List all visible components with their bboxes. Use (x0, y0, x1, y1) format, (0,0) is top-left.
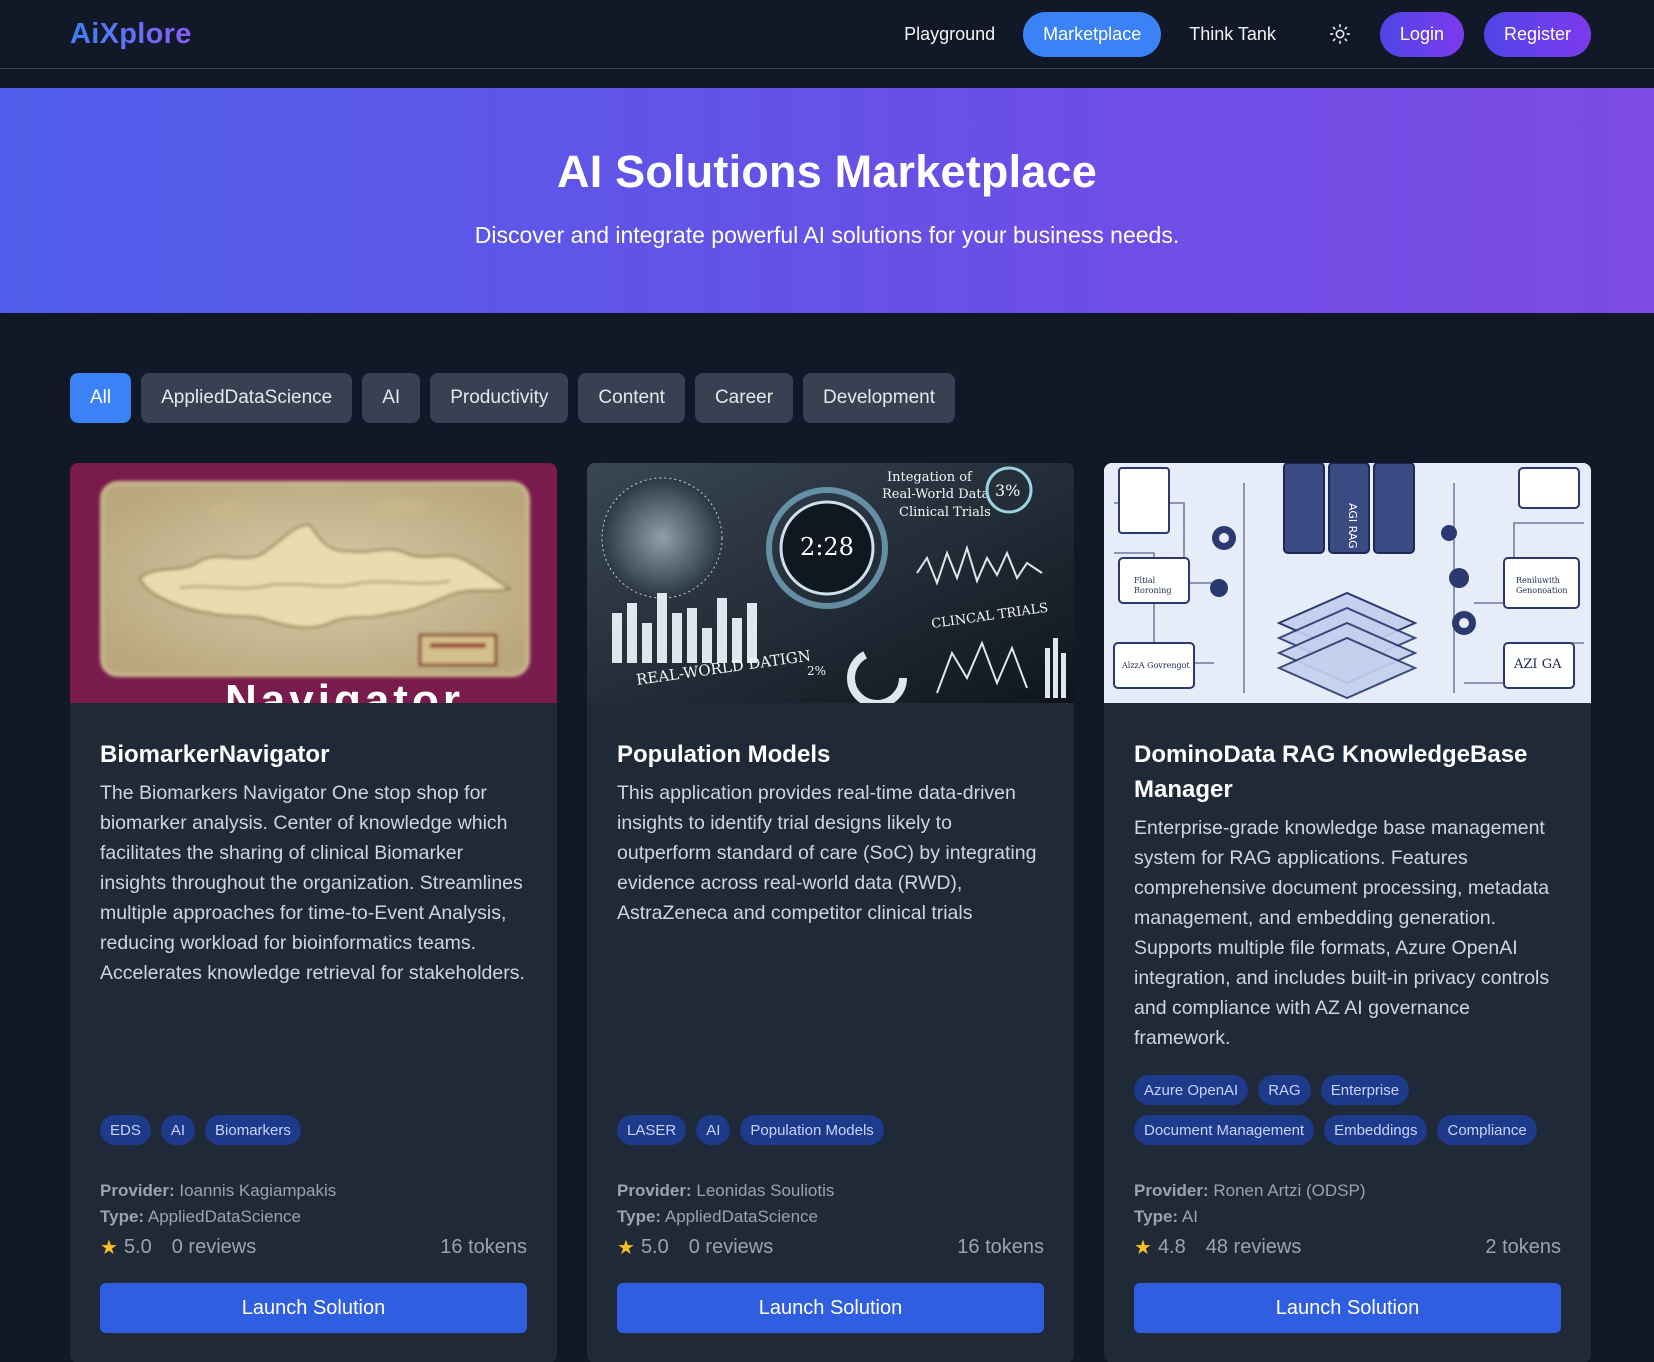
solution-type: AppliedDataScience (664, 1207, 818, 1226)
star-icon: ★ (617, 1237, 635, 1259)
filter-career[interactable]: Career (694, 373, 794, 423)
svg-text:AlzzA Govrengot: AlzzA Govrengot (1121, 661, 1190, 670)
card-tags: LASER AI Population Models (617, 1115, 1044, 1145)
tag[interactable]: RAG (1258, 1075, 1311, 1105)
card-title: Population Models (617, 741, 831, 768)
card-image-biomarker-map: Navigator (70, 463, 557, 703)
nav-links: Playground Marketplace Think Tank Login … (876, 11, 1591, 57)
page-title: AI Solutions Marketplace (557, 146, 1097, 197)
tag[interactable]: AI (160, 1115, 196, 1145)
solution-card: AGI RAG Fltial Roroning Reniluwith Genon… (1104, 463, 1591, 1362)
token-cost: 16 tokens (957, 1236, 1044, 1258)
login-button[interactable]: Login (1379, 11, 1464, 57)
tag[interactable]: Azure OpenAI (1134, 1075, 1249, 1105)
filter-content[interactable]: Content (578, 373, 685, 423)
card-description: This application provides real-time data… (617, 782, 1037, 924)
filter-applieddatascience[interactable]: AppliedDataScience (141, 373, 353, 423)
card-meta: Provider: Ronen Artzi (ODSP) Type: AI (1134, 1178, 1365, 1230)
tag[interactable]: Document Management (1134, 1115, 1315, 1145)
type-row: Type: AI (1134, 1207, 1198, 1226)
tag[interactable]: Embeddings (1324, 1115, 1428, 1145)
tag[interactable]: AI (696, 1115, 731, 1145)
register-button[interactable]: Register (1483, 11, 1591, 57)
card-title: DominoData RAG KnowledgeBase Manager (1134, 741, 1528, 803)
card-body: DominoData RAG KnowledgeBase Manager Ent… (1104, 703, 1591, 1053)
card-tags: EDS AI Biomarkers (100, 1115, 527, 1145)
rating-row: ★ 5.0 0 reviews 16 tokens (617, 1235, 1044, 1260)
provider-name: Ronen Artzi (ODSP) (1213, 1181, 1366, 1200)
tag[interactable]: Compliance (1437, 1115, 1537, 1145)
svg-text:Integation of: Integation of (887, 470, 973, 485)
provider-name: Ioannis Kagiampakis (179, 1181, 337, 1200)
review-count: 0 reviews (688, 1236, 774, 1258)
review-count: 0 reviews (171, 1236, 257, 1258)
nav-link-think-tank[interactable]: Think Tank (1169, 12, 1296, 57)
token-cost: 2 tokens (1485, 1236, 1561, 1258)
solution-type: AI (1181, 1207, 1198, 1226)
card-title: BiomarkerNavigator (100, 741, 330, 768)
page-subtitle: Discover and integrate powerful AI solut… (474, 222, 1180, 248)
rating-value: 5.0 (640, 1236, 669, 1258)
svg-text:Fltial: Fltial (1134, 576, 1156, 585)
svg-text:Clinical Trials: Clinical Trials (899, 505, 991, 520)
filter-productivity[interactable]: Productivity (430, 373, 569, 423)
card-description: The Biomarkers Navigator One stop shop f… (100, 782, 525, 984)
card-description: Enterprise-grade knowledge base manageme… (1134, 817, 1550, 1049)
rating-value: 5.0 (123, 1236, 152, 1258)
nav-link-marketplace[interactable]: Marketplace (1023, 11, 1162, 57)
hero-banner: AI Solutions Marketplace Discover and in… (0, 88, 1654, 313)
star-icon: ★ (1134, 1237, 1152, 1259)
svg-text:AGI RAG: AGI RAG (1346, 503, 1359, 549)
svg-text:2%: 2% (807, 664, 826, 678)
tag[interactable]: Population Models (740, 1115, 884, 1145)
launch-solution-button[interactable]: Launch Solution (1134, 1283, 1561, 1333)
svg-text:3%: 3% (995, 481, 1020, 500)
review-count: 48 reviews (1205, 1236, 1302, 1258)
card-body: BiomarkerNavigator The Biomarkers Naviga… (70, 703, 557, 988)
card-image-rag-illustration: AGI RAG Fltial Roroning Reniluwith Genon… (1104, 463, 1591, 703)
tag[interactable]: EDS (100, 1115, 151, 1145)
rating-value: 4.8 (1157, 1236, 1186, 1258)
rating-row: ★ 4.8 48 reviews 2 tokens (1134, 1235, 1561, 1260)
tag[interactable]: Enterprise (1320, 1075, 1410, 1105)
filter-development[interactable]: Development (803, 373, 955, 423)
provider-row: Provider: Ronen Artzi (ODSP) (1134, 1181, 1366, 1200)
provider-row: Provider: Ioannis Kagiampakis (100, 1181, 337, 1200)
svg-text:Reniluwith: Reniluwith (1516, 576, 1560, 585)
solution-type: AppliedDataScience (147, 1207, 301, 1226)
category-filters: All AppliedDataScience AI Productivity C… (0, 313, 1654, 423)
svg-text:AZI GA: AZI GA (1513, 657, 1562, 672)
nav-link-playground[interactable]: Playground (884, 12, 1015, 57)
card-body: Population Models This application provi… (587, 703, 1074, 928)
rating-row: ★ 5.0 0 reviews 16 tokens (100, 1235, 527, 1260)
card-image-dashboard: 2:28 2% Integation of Real-World Data Cl… (587, 463, 1074, 703)
card-tags: Azure OpenAI RAG Enterprise Document Man… (1134, 1075, 1561, 1145)
tag[interactable]: Biomarkers (205, 1115, 301, 1145)
card-meta: Provider: Ioannis Kagiampakis Type: Appl… (100, 1178, 336, 1230)
filter-all[interactable]: All (70, 373, 132, 423)
solution-cards: Navigator BiomarkerNavigator The Biomark… (0, 423, 1654, 1362)
navbar: AiXplore Playground Marketplace Think Ta… (0, 0, 1654, 69)
solution-card: 2:28 2% Integation of Real-World Data Cl… (587, 463, 1074, 1362)
launch-solution-button[interactable]: Launch Solution (100, 1283, 527, 1333)
card-meta: Provider: Leonidas Souliotis Type: Appli… (617, 1178, 834, 1230)
star-icon: ★ (100, 1237, 118, 1259)
type-row: Type: AppliedDataScience (100, 1207, 301, 1226)
card-image-caption: Navigator (225, 676, 464, 703)
svg-text:Real-World Data: Real-World Data (882, 487, 990, 502)
provider-row: Provider: Leonidas Souliotis (617, 1181, 835, 1200)
svg-text:Genonoation: Genonoation (1516, 586, 1568, 595)
token-cost: 16 tokens (440, 1236, 527, 1258)
svg-text:Roroning: Roroning (1134, 586, 1171, 595)
provider-name: Leonidas Souliotis (696, 1181, 835, 1200)
solution-card: Navigator BiomarkerNavigator The Biomark… (70, 463, 557, 1362)
filter-ai[interactable]: AI (362, 373, 421, 423)
sun-icon[interactable] (1318, 12, 1362, 56)
tag[interactable]: LASER (617, 1115, 687, 1145)
type-row: Type: AppliedDataScience (617, 1207, 818, 1226)
dashboard-clock: 2:28 (800, 533, 854, 561)
logo[interactable]: AiXplore (70, 18, 192, 51)
launch-solution-button[interactable]: Launch Solution (617, 1283, 1044, 1333)
